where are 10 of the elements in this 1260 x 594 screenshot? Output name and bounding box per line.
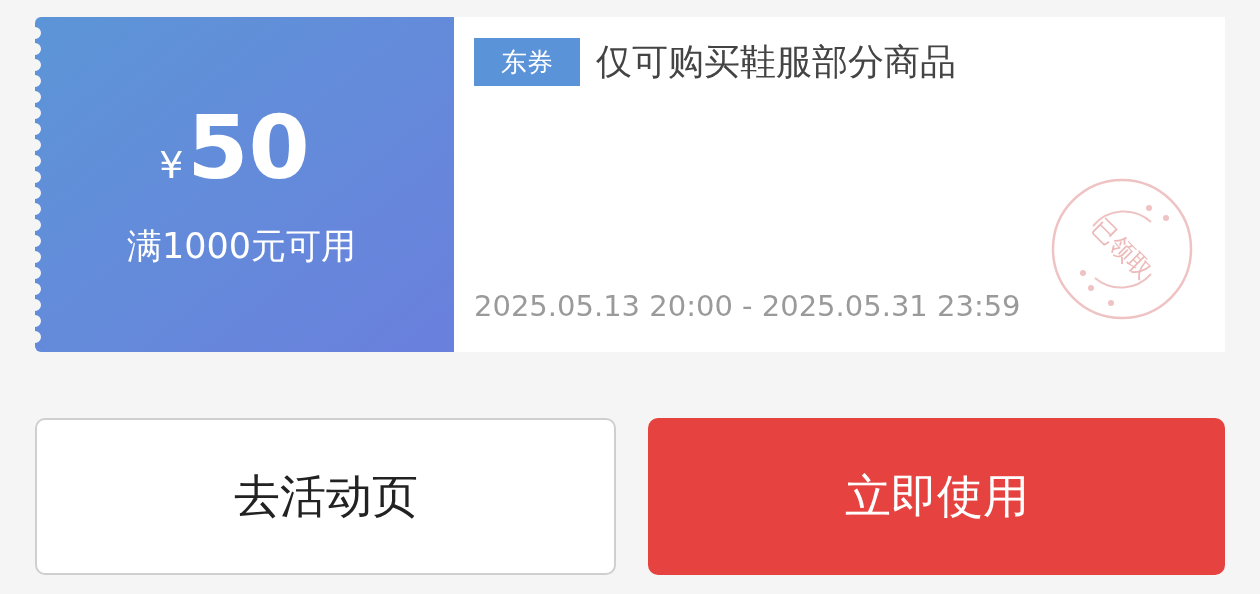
coupon-amount: 50 (187, 104, 310, 193)
action-button[interactable]: 去活动页 (35, 418, 616, 575)
stamp-text: 已领取 (1085, 212, 1159, 287)
coupon-title: 仅可购买鞋服部分商品 (596, 40, 956, 84)
stamp-icon (1051, 178, 1193, 320)
validity-period: 2025.05.13 20:00 - 2025.05.31 23:59 (474, 287, 1022, 325)
coupon-tag: 东券 (474, 38, 580, 86)
action-button[interactable]: 立即使用 (648, 418, 1225, 575)
currency-symbol: ¥ (159, 142, 184, 190)
usage-condition: 满1000元可用 (126, 225, 358, 269)
